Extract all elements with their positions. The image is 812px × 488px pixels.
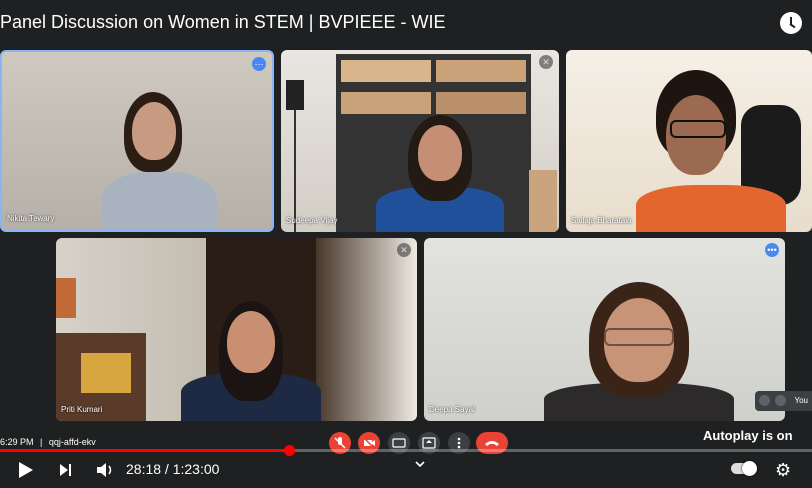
camera-off-icon bbox=[775, 395, 786, 406]
next-button[interactable] bbox=[56, 458, 76, 482]
speaking-indicator-icon: ••• bbox=[765, 243, 779, 257]
meeting-code: qqj-affd-ekv bbox=[48, 437, 96, 447]
video-title[interactable]: Panel Discussion on Women in STEM | BVPI… bbox=[0, 12, 446, 33]
meeting-clock-time: 6:29 PM bbox=[0, 437, 34, 447]
progress-fill bbox=[0, 449, 290, 452]
participant-name: Sailaja Bharatala bbox=[571, 216, 632, 225]
self-label: You bbox=[794, 396, 809, 405]
volume-icon bbox=[97, 463, 112, 477]
expand-button[interactable] bbox=[412, 456, 428, 480]
participant-tile-1[interactable]: ⋯ Nikita Tewary bbox=[0, 50, 274, 232]
more-options-icon[interactable]: ⋯ bbox=[252, 57, 266, 71]
meeting-separator: | bbox=[40, 437, 43, 447]
clock-icon[interactable] bbox=[780, 12, 802, 34]
meeting-info: 6:29 PM | qqj-affd-ekv bbox=[0, 437, 96, 447]
play-button[interactable] bbox=[16, 458, 36, 482]
participant-name: Sudeepa Vijay bbox=[286, 216, 338, 225]
next-icon bbox=[60, 464, 71, 476]
autoplay-toggle[interactable] bbox=[731, 461, 757, 476]
volume-button[interactable] bbox=[94, 458, 116, 482]
participant-name: Priti Kumari bbox=[61, 405, 103, 414]
participant-tile-2[interactable]: ✕ Sudeepa Vijay bbox=[281, 50, 559, 232]
play-icon bbox=[19, 462, 33, 478]
chevron-down-icon bbox=[415, 461, 425, 468]
settings-gear-icon[interactable]: ⚙ bbox=[775, 460, 791, 481]
progress-scrubber[interactable] bbox=[284, 445, 296, 456]
participant-tile-4[interactable]: ✕ Priti Kumari bbox=[56, 238, 417, 421]
mic-off-icon: ✕ bbox=[539, 55, 553, 69]
participant-name: Nikita Tewary bbox=[7, 214, 55, 223]
participant-tile-5[interactable]: ••• Deepa Sayal bbox=[424, 238, 785, 421]
time-display: 28:18 / 1:23:00 bbox=[126, 461, 220, 477]
mic-off-icon bbox=[759, 395, 770, 406]
autoplay-label: Autoplay is on bbox=[703, 428, 793, 443]
participant-name: Deepa Sayal bbox=[429, 405, 475, 414]
participant-tile-3[interactable]: Sailaja Bharatala bbox=[566, 50, 812, 232]
self-view-tile[interactable]: You bbox=[755, 391, 812, 411]
video-progress-bar[interactable] bbox=[0, 445, 812, 456]
mic-off-icon: ✕ bbox=[397, 243, 411, 257]
